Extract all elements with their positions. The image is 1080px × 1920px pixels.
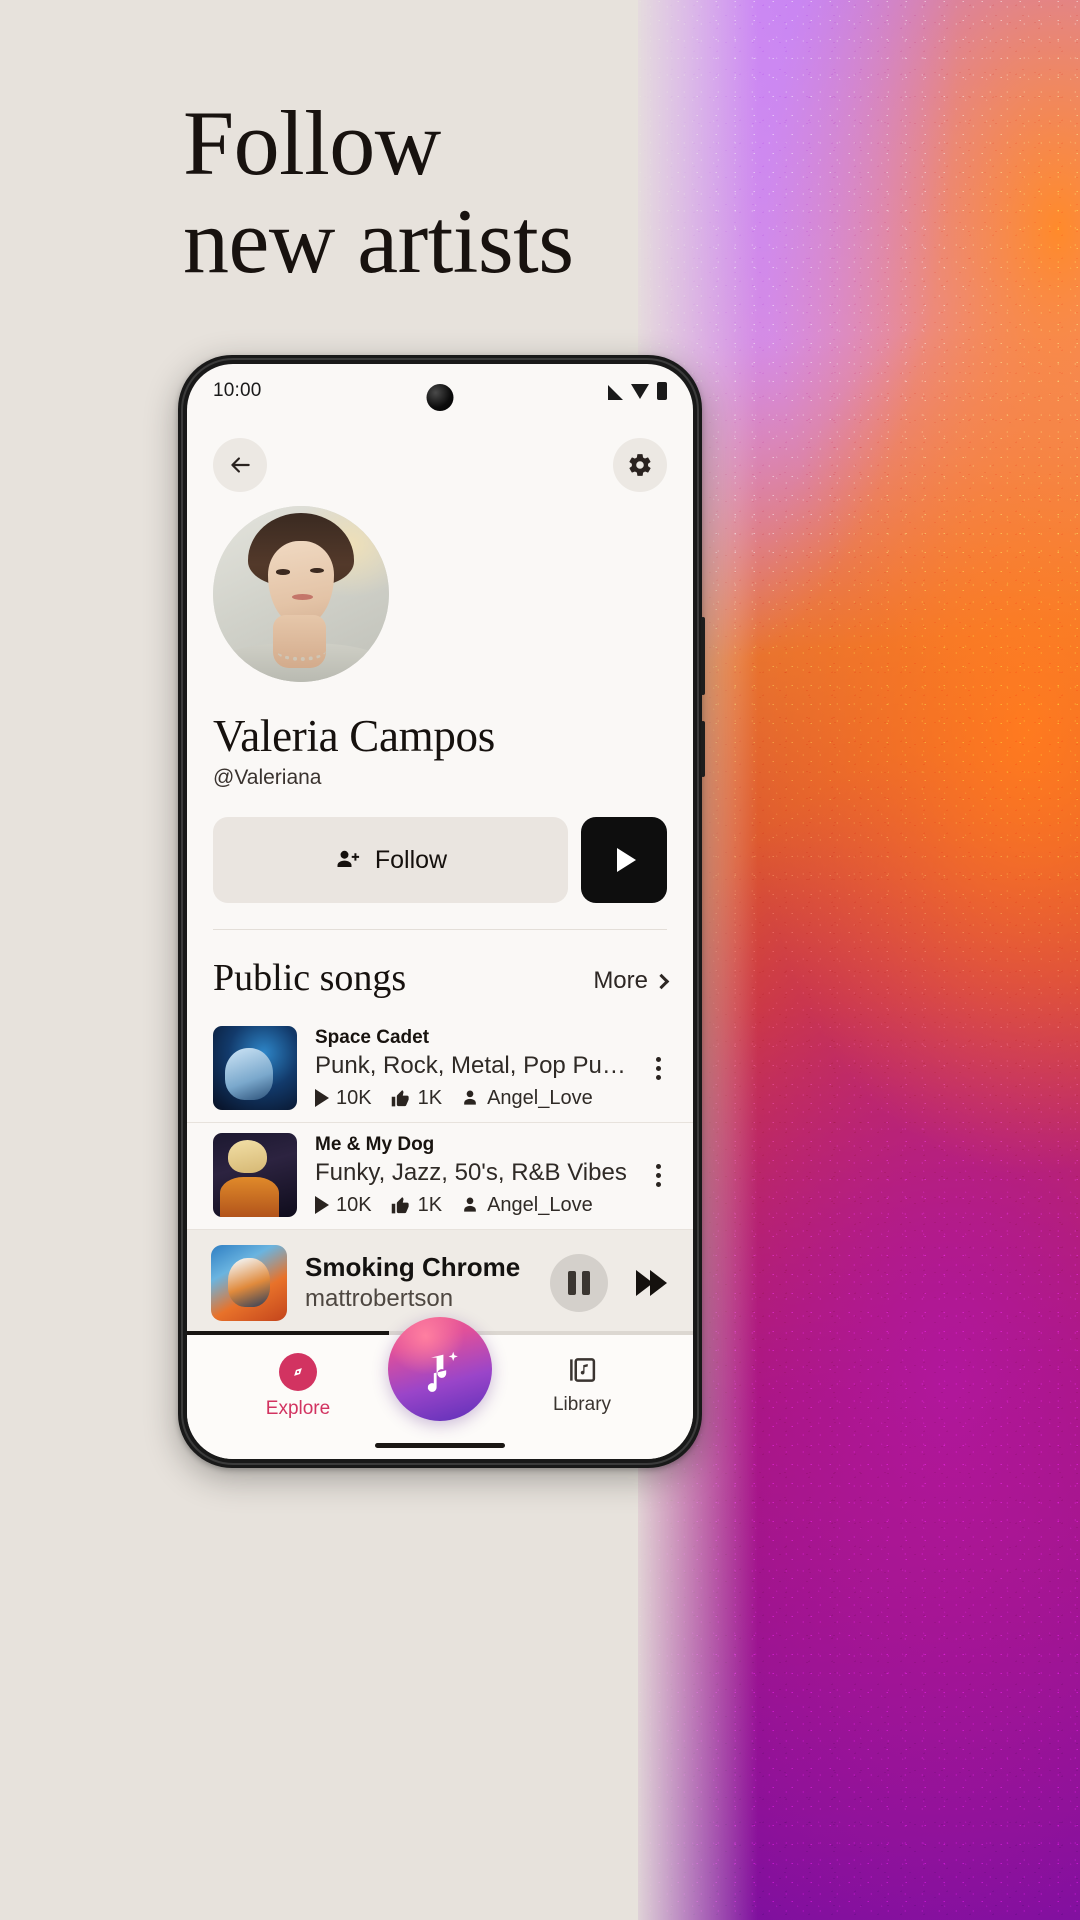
profile-actions: Follow	[213, 817, 667, 903]
pause-icon	[568, 1270, 576, 1295]
like-count: 1K	[390, 1087, 442, 1110]
front-camera-punchhole	[426, 384, 454, 411]
song-title: Space Cadet	[315, 1026, 430, 1048]
song-artwork	[213, 1133, 297, 1217]
status-bar-time: 10:00	[213, 380, 262, 401]
like-count-value: 1K	[417, 1193, 443, 1216]
settings-button[interactable]	[613, 438, 667, 492]
bottom-navigation: Explore Library	[187, 1317, 693, 1459]
pause-button[interactable]	[550, 1253, 608, 1312]
thumbs-up-icon	[391, 1089, 409, 1106]
now-playing-artwork	[211, 1244, 287, 1321]
back-button[interactable]	[213, 438, 267, 492]
status-bar-icons	[608, 382, 667, 400]
nav-label-explore: Explore	[265, 1398, 331, 1419]
play-icon	[315, 1089, 329, 1107]
person-add-icon	[337, 850, 359, 867]
music-note-sparkle-icon	[427, 1351, 458, 1392]
nav-label-library: Library	[552, 1394, 612, 1415]
home-indicator	[375, 1443, 505, 1448]
song-author: Angel_Love	[460, 1087, 593, 1110]
song-info: Me & My Dog Funky, Jazz, 50's, R&B Vibes…	[315, 1134, 627, 1217]
song-author-name: Angel_Love	[487, 1193, 593, 1216]
play-icon	[616, 848, 636, 872]
like-count-value: 1K	[417, 1086, 443, 1109]
promo-headline-line2: new artists	[183, 189, 574, 292]
avatar-eye-right	[309, 567, 324, 573]
library-music-icon	[565, 1353, 599, 1387]
person-icon	[464, 1090, 476, 1105]
avatar-eye-left	[276, 569, 291, 575]
play-count-value: 10K	[336, 1193, 372, 1216]
public-songs-header: Public songs More	[187, 930, 693, 1016]
song-stats: 10K 1K Angel_Love	[315, 1087, 627, 1110]
signal-icon	[608, 384, 623, 400]
song-tags: Punk, Rock, Metal, Pop Punk, Lively, Ex.…	[315, 1051, 627, 1079]
thumbs-up-icon	[391, 1196, 409, 1213]
public-songs-title: Public songs	[213, 957, 407, 999]
follow-button[interactable]: Follow	[213, 817, 568, 903]
pause-icon	[582, 1270, 590, 1295]
promo-headline: Follow new artists	[183, 92, 823, 292]
public-songs-more-link[interactable]: More	[593, 967, 670, 1000]
artist-profile: Valeria Campos @Valeriana Follow	[187, 500, 693, 930]
phone-volume-button[interactable]	[701, 721, 705, 777]
play-icon	[315, 1196, 329, 1214]
wifi-icon	[631, 383, 649, 399]
like-count: 1K	[390, 1194, 442, 1217]
now-playing-artist: mattrobertson	[305, 1285, 454, 1312]
fast-forward-icon	[650, 1269, 667, 1296]
now-playing-title: Smoking Chrome	[305, 1252, 521, 1282]
song-tags: Funky, Jazz, 50's, R&B Vibes	[315, 1158, 627, 1186]
nav-item-library[interactable]: Library	[522, 1353, 642, 1416]
table-row[interactable]: Space Cadet Punk, Rock, Metal, Pop Punk,…	[187, 1016, 693, 1123]
back-arrow-icon	[231, 457, 250, 473]
phone-mockup: 10:00 Valeria Campos @Valeriana Follow P…	[178, 355, 705, 1468]
create-fab-button[interactable]	[388, 1317, 492, 1421]
more-label: More	[593, 967, 648, 994]
song-info: Space Cadet Punk, Rock, Metal, Pop Punk,…	[315, 1027, 627, 1110]
promo-headline-line1: Follow	[183, 92, 441, 194]
now-playing-text: Smoking Chrome mattrobertson	[305, 1252, 532, 1313]
chevron-right-icon	[653, 973, 670, 989]
nav-item-explore[interactable]: Explore	[238, 1353, 358, 1420]
overflow-menu-icon[interactable]	[645, 1056, 667, 1080]
follow-button-label: Follow	[374, 845, 448, 874]
phone-screen: 10:00 Valeria Campos @Valeriana Follow P…	[187, 364, 693, 1459]
next-track-button[interactable]	[636, 1269, 667, 1296]
play-artist-button[interactable]	[581, 817, 667, 903]
play-count-value: 10K	[336, 1086, 372, 1109]
app-header	[187, 418, 693, 500]
artist-handle: @Valeriana	[213, 766, 322, 789]
person-icon	[464, 1197, 476, 1212]
overflow-menu-icon[interactable]	[645, 1163, 667, 1187]
phone-power-button[interactable]	[701, 617, 705, 695]
table-row[interactable]: Me & My Dog Funky, Jazz, 50's, R&B Vibes…	[187, 1123, 693, 1230]
play-count: 10K	[315, 1194, 372, 1217]
status-bar: 10:00	[187, 364, 693, 418]
gear-icon	[629, 454, 651, 476]
battery-icon	[657, 382, 667, 400]
play-count: 10K	[315, 1087, 372, 1110]
song-title: Me & My Dog	[315, 1133, 435, 1155]
song-author: Angel_Love	[460, 1194, 593, 1217]
song-stats: 10K 1K Angel_Love	[315, 1194, 627, 1217]
compass-icon	[279, 1353, 317, 1391]
song-author-name: Angel_Love	[487, 1086, 593, 1109]
song-artwork	[213, 1026, 297, 1110]
artist-name: Valeria Campos	[213, 711, 495, 761]
avatar	[213, 506, 389, 682]
avatar-necklace	[276, 640, 326, 661]
